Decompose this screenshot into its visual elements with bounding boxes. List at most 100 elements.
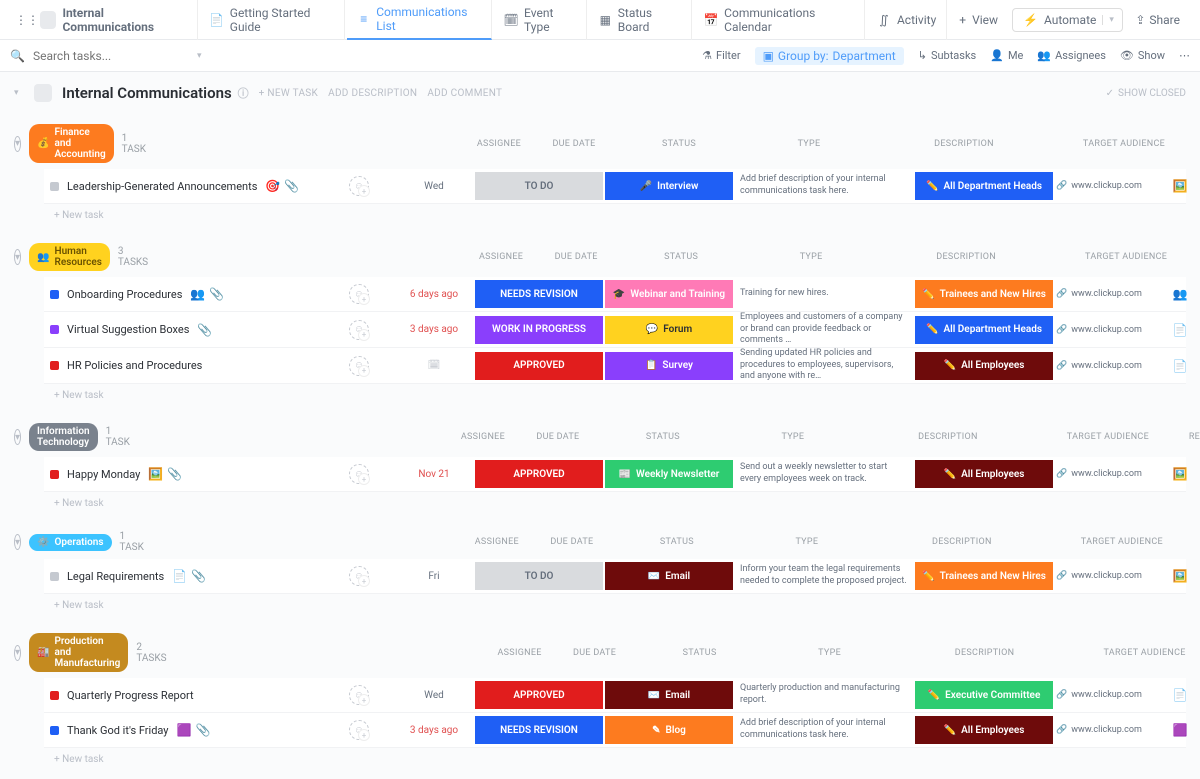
attachment-icon[interactable]: 📎: [195, 723, 210, 737]
new-task-button[interactable]: + New task: [14, 204, 1186, 231]
chevron-down-icon[interactable]: ▾: [197, 51, 207, 61]
related-link[interactable]: 🔗www.clickup.com: [1054, 181, 1144, 191]
automate-button[interactable]: ⚡ Automate ▾: [1012, 8, 1123, 32]
related-link[interactable]: 🔗www.clickup.com: [1054, 469, 1144, 479]
due-date-cell[interactable]: 3 days ago: [394, 725, 474, 736]
assignee-placeholder-icon[interactable]: ☺: [349, 356, 369, 376]
share-button[interactable]: ⇪ Share: [1125, 9, 1190, 31]
type-badge[interactable]: 📰 Weekly Newsletter: [605, 460, 733, 488]
attachment-icon[interactable]: 📎: [197, 323, 212, 337]
assignee-placeholder-icon[interactable]: ☺: [349, 566, 369, 586]
assignee-cell[interactable]: ☺: [324, 320, 394, 340]
attachment-icon[interactable]: 📎: [284, 179, 299, 193]
audience-badge[interactable]: ✏️ All Department Heads: [915, 172, 1053, 200]
attachment-icon[interactable]: 🎯: [265, 179, 280, 193]
due-date-cell[interactable]: Nov 21: [394, 469, 474, 480]
due-date-cell[interactable]: 🗓: [394, 360, 474, 371]
related-file[interactable]: 🖼️: [1144, 467, 1200, 481]
tab-activity[interactable]: ∬Activity: [867, 0, 947, 40]
attachment-icon[interactable]: 📎: [191, 569, 206, 583]
new-task-button[interactable]: + New task: [14, 384, 1186, 411]
more-icon[interactable]: ⋯: [1179, 49, 1190, 62]
task-name-cell[interactable]: Leadership-Generated Announcements 🎯📎: [44, 179, 324, 193]
type-badge[interactable]: ✎ Blog: [605, 716, 733, 744]
new-task-button[interactable]: + New task: [14, 594, 1186, 621]
workspace-title[interactable]: ⋮⋮ Internal Communications: [10, 0, 198, 40]
task-row[interactable]: Thank God it's Friday 🟪📎 ☺ 3 days ago NE…: [44, 713, 1186, 748]
info-icon[interactable]: ⓘ: [238, 85, 249, 101]
related-file[interactable]: 📄: [1144, 688, 1200, 702]
attachment-icon[interactable]: 👥: [190, 287, 205, 301]
group-pill[interactable]: Information Technology: [29, 423, 98, 451]
audience-badge[interactable]: ✏️ All Department Heads: [915, 316, 1053, 344]
related-file[interactable]: 🖼️: [1144, 569, 1200, 583]
collapse-toggle[interactable]: ▾: [14, 136, 21, 152]
task-row[interactable]: Virtual Suggestion Boxes 📎 ☺ 3 days ago …: [44, 312, 1186, 348]
search-input[interactable]: [33, 49, 189, 63]
group-pill[interactable]: ⚙️Operations: [29, 534, 112, 551]
assignee-placeholder-icon[interactable]: ☺: [349, 685, 369, 705]
collapse-toggle[interactable]: ▾: [14, 249, 21, 265]
task-name-cell[interactable]: Thank God it's Friday 🟪📎: [44, 723, 324, 737]
due-date-cell[interactable]: 3 days ago: [394, 324, 474, 335]
assignee-cell[interactable]: ☺: [324, 685, 394, 705]
status-badge[interactable]: APPROVED: [475, 352, 603, 380]
related-file[interactable]: 🖼️: [1144, 179, 1200, 193]
task-row[interactable]: Happy Monday 🖼️📎 ☺ Nov 21 APPROVED 📰 Wee…: [44, 457, 1186, 492]
related-file[interactable]: 📄: [1144, 359, 1200, 373]
task-name-cell[interactable]: Virtual Suggestion Boxes 📎: [44, 323, 324, 337]
subtasks-button[interactable]: ↳Subtasks: [918, 49, 977, 62]
due-date-cell[interactable]: Wed: [394, 181, 474, 192]
collapse-toggle[interactable]: ▾: [14, 534, 21, 550]
audience-badge[interactable]: ✏️ Executive Committee: [915, 681, 1053, 709]
audience-badge[interactable]: ✏️ Trainees and New Hires: [915, 280, 1053, 308]
status-badge[interactable]: APPROVED: [475, 460, 603, 488]
related-link[interactable]: 🔗www.clickup.com: [1054, 289, 1144, 299]
audience-badge[interactable]: ✏️ All Employees: [915, 460, 1053, 488]
show-closed-toggle[interactable]: ✓SHOW CLOSED: [1106, 88, 1186, 99]
attachment-icon[interactable]: 📎: [209, 287, 224, 301]
assignee-placeholder-icon[interactable]: ☺: [349, 320, 369, 340]
assignee-placeholder-icon[interactable]: ☺: [349, 176, 369, 196]
task-name-cell[interactable]: HR Policies and Procedures: [44, 359, 324, 372]
filter-button[interactable]: ⚗Filter: [702, 49, 740, 62]
audience-badge[interactable]: ✏️ All Employees: [915, 716, 1053, 744]
type-badge[interactable]: ✉️ Email: [605, 562, 733, 590]
group-by-button[interactable]: ▣ Group by: Department: [755, 47, 904, 65]
new-task-button[interactable]: + New task: [14, 492, 1186, 519]
collapse-toggle[interactable]: ▾: [14, 645, 21, 661]
assignee-placeholder-icon[interactable]: ☺: [349, 720, 369, 740]
tab-getting-started[interactable]: 📄Getting Started Guide: [200, 0, 346, 40]
due-date-cell[interactable]: 6 days ago: [394, 289, 474, 300]
chevron-down-icon[interactable]: ▾: [14, 88, 24, 98]
tab-calendar[interactable]: 📅Communications Calendar: [694, 0, 865, 40]
assignee-placeholder-icon[interactable]: ☺: [349, 284, 369, 304]
due-date-cell[interactable]: Wed: [394, 690, 474, 701]
new-task-action[interactable]: + NEW TASK: [259, 88, 318, 99]
status-badge[interactable]: NEEDS REVISION: [475, 280, 603, 308]
tab-status-board[interactable]: ▦Status Board: [589, 0, 692, 40]
task-row[interactable]: Legal Requirements 📄📎 ☺ Fri TO DO ✉️ Ema…: [44, 559, 1186, 594]
new-task-button[interactable]: + New task: [14, 748, 1186, 775]
collapse-toggle[interactable]: ▾: [14, 429, 21, 445]
task-row[interactable]: HR Policies and Procedures ☺ 🗓 APPROVED …: [44, 348, 1186, 384]
assignee-placeholder-icon[interactable]: ☺: [349, 464, 369, 484]
tab-comm-list[interactable]: ≡Communications List: [347, 0, 492, 40]
related-link[interactable]: 🔗www.clickup.com: [1054, 571, 1144, 581]
attachment-icon[interactable]: 🟪: [177, 723, 192, 737]
status-badge[interactable]: WORK IN PROGRESS: [475, 316, 603, 344]
type-badge[interactable]: 🎤 Interview: [605, 172, 733, 200]
type-badge[interactable]: ✉️ Email: [605, 681, 733, 709]
group-pill[interactable]: 💰Finance and Accounting: [29, 124, 114, 163]
task-row[interactable]: Quarterly Progress Report ☺ Wed APPROVED…: [44, 678, 1186, 713]
assignee-cell[interactable]: ☺: [324, 284, 394, 304]
attachment-icon[interactable]: 📄: [172, 569, 187, 583]
related-link[interactable]: 🔗www.clickup.com: [1054, 361, 1144, 371]
type-badge[interactable]: 📋 Survey: [605, 352, 733, 380]
task-name-cell[interactable]: Happy Monday 🖼️📎: [44, 467, 324, 481]
audience-badge[interactable]: ✏️ All Employees: [915, 352, 1053, 380]
related-file[interactable]: 👥: [1144, 287, 1200, 301]
assignee-cell[interactable]: ☺: [324, 566, 394, 586]
type-badge[interactable]: 💬 Forum: [605, 316, 733, 344]
task-row[interactable]: Leadership-Generated Announcements 🎯📎 ☺ …: [44, 169, 1186, 204]
